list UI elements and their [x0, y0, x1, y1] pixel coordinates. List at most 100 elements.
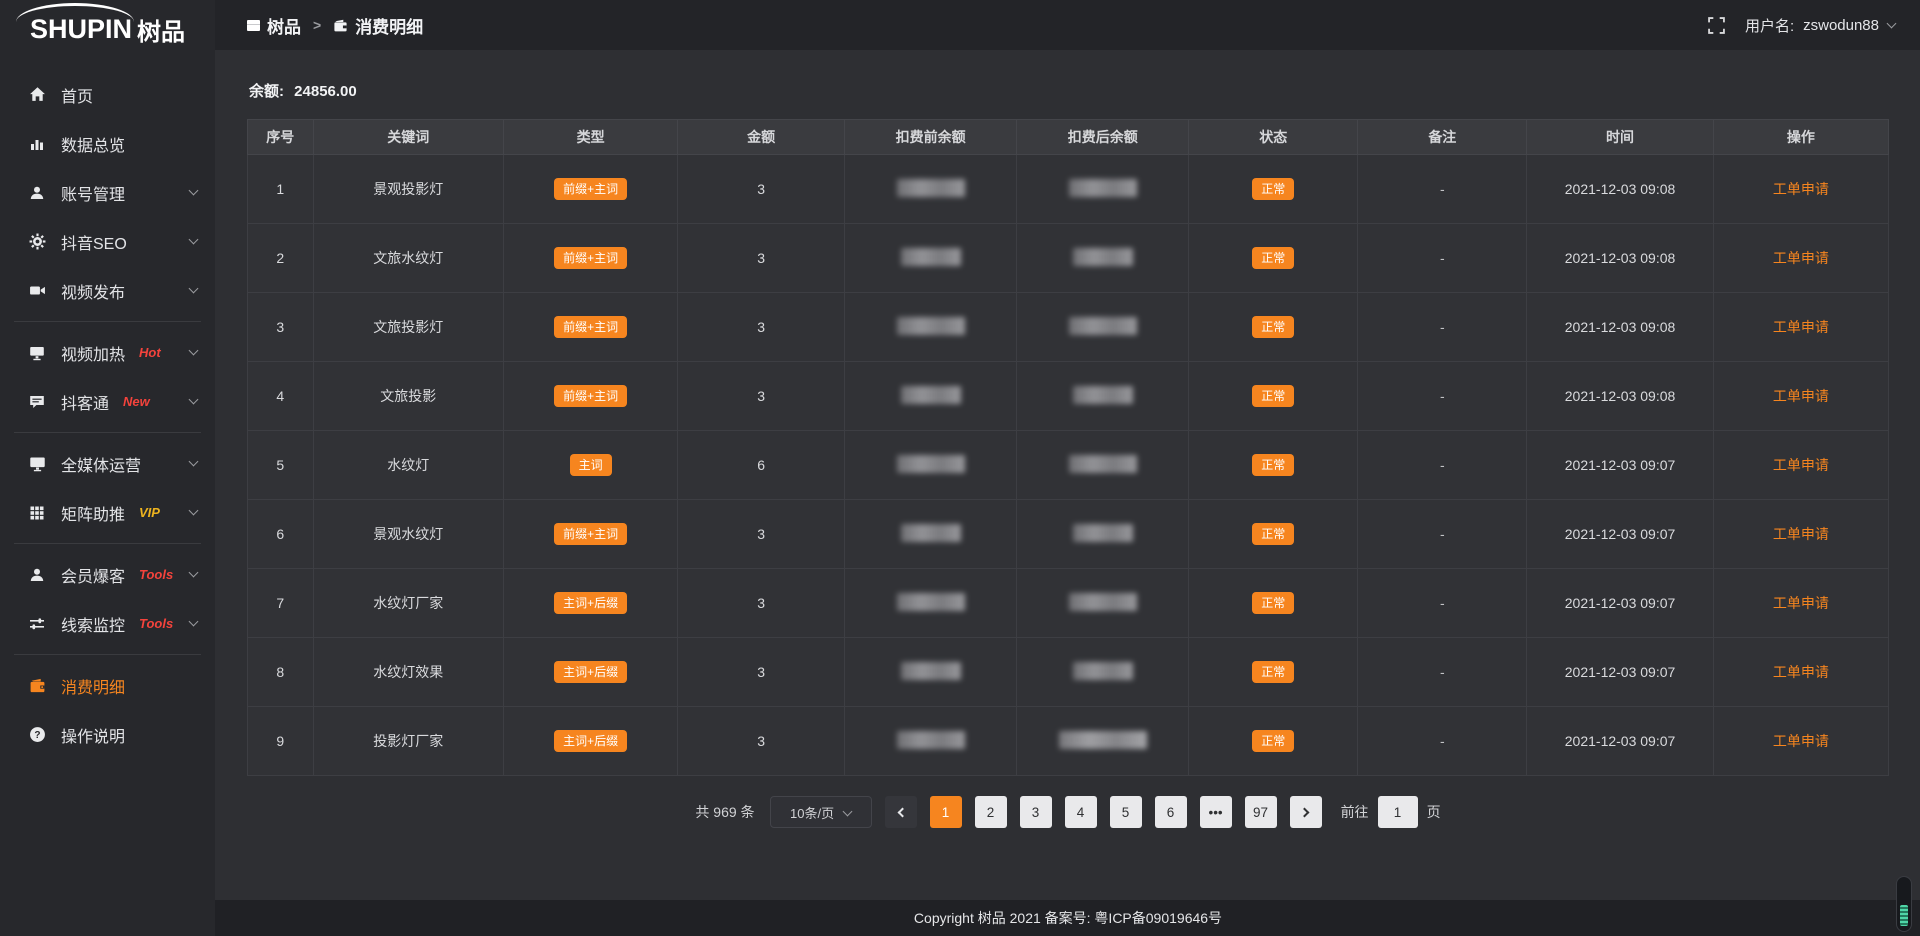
- ticket-apply-link[interactable]: 工单申请: [1773, 526, 1829, 542]
- ticket-apply-link[interactable]: 工单申请: [1773, 664, 1829, 680]
- sidebar-item-account-management[interactable]: 账号管理: [0, 168, 215, 217]
- cell-time: 2021-12-03 09:07: [1527, 569, 1713, 638]
- page-button-3[interactable]: 3: [1020, 796, 1052, 828]
- type-badge: 主词: [570, 454, 612, 476]
- cell-seq: 4: [248, 362, 314, 431]
- cell-amount: 6: [678, 431, 845, 500]
- masked-balance-after: [1073, 386, 1133, 404]
- sidebar-item-label: 线索监控: [61, 612, 125, 636]
- cell-amount: 3: [678, 293, 845, 362]
- tools-badge: Tools: [139, 616, 173, 631]
- masked-balance-after: [1073, 662, 1133, 680]
- sidebar-item-label: 账号管理: [61, 181, 125, 205]
- scrollbar-widget[interactable]: [1896, 876, 1912, 932]
- cell-seq: 5: [248, 431, 314, 500]
- sidebar-item-label: 消费明细: [61, 674, 125, 698]
- cell-remark: -: [1358, 500, 1527, 569]
- sidebar-item-clue-monitor[interactable]: 线索监控 Tools: [0, 599, 215, 648]
- more-pages-button[interactable]: •••: [1200, 796, 1232, 828]
- sidebar-item-video-publish[interactable]: 视频发布: [0, 266, 215, 315]
- prev-page-button[interactable]: [885, 796, 917, 828]
- sidebar: SHUPIN 树品 首页 数据总览 账号管理: [0, 0, 215, 936]
- table-row: 8 水纹灯效果 主词+后缀 3 正常 - 2021-12-03 09:07 工单…: [248, 638, 1889, 707]
- sidebar-item-doukotong[interactable]: 抖客通 New: [0, 377, 215, 426]
- cell-keyword: 水纹灯: [313, 431, 504, 500]
- logo-text-cn: 树品: [137, 12, 185, 47]
- page-size-select[interactable]: 10条/页: [770, 796, 872, 828]
- ticket-apply-link[interactable]: 工单申请: [1773, 250, 1829, 266]
- total-count: 共 969 条: [695, 802, 754, 822]
- user-icon: [28, 566, 46, 584]
- masked-balance-before: [897, 455, 965, 473]
- ticket-apply-link[interactable]: 工单申请: [1773, 319, 1829, 335]
- content: 余额: 24856.00 序号 关键词 类型 金额 扣费前余额 扣费后余额 状态…: [215, 50, 1920, 900]
- sidebar-item-member-baoke[interactable]: 会员爆客 Tools: [0, 550, 215, 599]
- status-badge: 正常: [1252, 730, 1294, 752]
- sidebar-divider: [14, 432, 201, 433]
- masked-balance-after: [1073, 524, 1133, 542]
- breadcrumb-current-label: 消费明细: [355, 13, 423, 38]
- masked-balance-after: [1069, 455, 1137, 473]
- goto-page-input[interactable]: [1378, 796, 1418, 828]
- ticket-apply-link[interactable]: 工单申请: [1773, 733, 1829, 749]
- ticket-apply-link[interactable]: 工单申请: [1773, 595, 1829, 611]
- table-row: 4 文旅投影 前缀+主词 3 正常 - 2021-12-03 09:08 工单申…: [248, 362, 1889, 431]
- next-page-button[interactable]: [1290, 796, 1322, 828]
- breadcrumb-current[interactable]: 消费明细: [333, 13, 423, 38]
- cell-keyword: 文旅水纹灯: [313, 224, 504, 293]
- table-row: 6 景观水纹灯 前缀+主词 3 正常 - 2021-12-03 09:07 工单…: [248, 500, 1889, 569]
- table-row: 9 投影灯厂家 主词+后缀 3 正常 - 2021-12-03 09:07 工单…: [248, 707, 1889, 776]
- ticket-apply-link[interactable]: 工单申请: [1773, 181, 1829, 197]
- sidebar-item-label: 抖客通: [61, 390, 109, 414]
- sidebar-divider: [14, 321, 201, 322]
- cell-amount: 3: [678, 155, 845, 224]
- sidebar-item-label: 首页: [61, 83, 93, 107]
- type-badge: 主词+后缀: [554, 592, 627, 614]
- user-menu[interactable]: 用户名: zswodun88: [1745, 15, 1895, 36]
- cell-time: 2021-12-03 09:07: [1527, 638, 1713, 707]
- ticket-apply-link[interactable]: 工单申请: [1773, 388, 1829, 404]
- table-row: 3 文旅投影灯 前缀+主词 3 正常 - 2021-12-03 09:08 工单…: [248, 293, 1889, 362]
- page-button-2[interactable]: 2: [975, 796, 1007, 828]
- page-button-97[interactable]: 97: [1245, 796, 1277, 828]
- sidebar-item-matrix-boost[interactable]: 矩阵助推 VIP: [0, 488, 215, 537]
- sidebar-item-data-overview[interactable]: 数据总览: [0, 119, 215, 168]
- col-header-keyword: 关键词: [313, 120, 504, 155]
- ticket-apply-link[interactable]: 工单申请: [1773, 457, 1829, 473]
- cell-seq: 1: [248, 155, 314, 224]
- sidebar-item-operation-guide[interactable]: ? 操作说明: [0, 710, 215, 759]
- sidebar-item-label: 操作说明: [61, 723, 125, 747]
- goto-label: 前往: [1341, 802, 1369, 822]
- breadcrumb: 树品 > 消费明细: [247, 13, 423, 38]
- cell-remark: -: [1358, 707, 1527, 776]
- page-button-6[interactable]: 6: [1155, 796, 1187, 828]
- chevron-down-icon: [189, 186, 199, 196]
- cell-keyword: 投影灯厂家: [313, 707, 504, 776]
- breadcrumb-separator: >: [313, 17, 321, 33]
- cell-time: 2021-12-03 09:07: [1527, 707, 1713, 776]
- sidebar-item-all-media[interactable]: 全媒体运营: [0, 439, 215, 488]
- fullscreen-icon[interactable]: [1708, 17, 1725, 34]
- sidebar-item-label: 会员爆客: [61, 563, 125, 587]
- screen-icon: [28, 344, 46, 362]
- page-button-1[interactable]: 1: [930, 796, 962, 828]
- status-badge: 正常: [1252, 661, 1294, 683]
- masked-balance-before: [897, 179, 965, 197]
- sidebar-item-consumption-detail[interactable]: 消费明细: [0, 661, 215, 710]
- breadcrumb-root[interactable]: 树品: [247, 13, 301, 38]
- masked-balance-after: [1073, 248, 1133, 266]
- cell-amount: 3: [678, 707, 845, 776]
- table-header: 序号 关键词 类型 金额 扣费前余额 扣费后余额 状态 备注 时间 操作: [248, 120, 1889, 155]
- col-header-time: 时间: [1527, 120, 1713, 155]
- cell-remark: -: [1358, 155, 1527, 224]
- sidebar-item-douyin-seo[interactable]: 抖音SEO: [0, 217, 215, 266]
- wallet-icon: [28, 677, 46, 695]
- page-button-4[interactable]: 4: [1065, 796, 1097, 828]
- type-badge: 前缀+主词: [554, 385, 627, 407]
- table-row: 2 文旅水纹灯 前缀+主词 3 正常 - 2021-12-03 09:08 工单…: [248, 224, 1889, 293]
- sidebar-item-video-heating[interactable]: 视频加热 Hot: [0, 328, 215, 377]
- cell-amount: 3: [678, 500, 845, 569]
- sidebar-item-home[interactable]: 首页: [0, 70, 215, 119]
- cell-time: 2021-12-03 09:07: [1527, 500, 1713, 569]
- page-button-5[interactable]: 5: [1110, 796, 1142, 828]
